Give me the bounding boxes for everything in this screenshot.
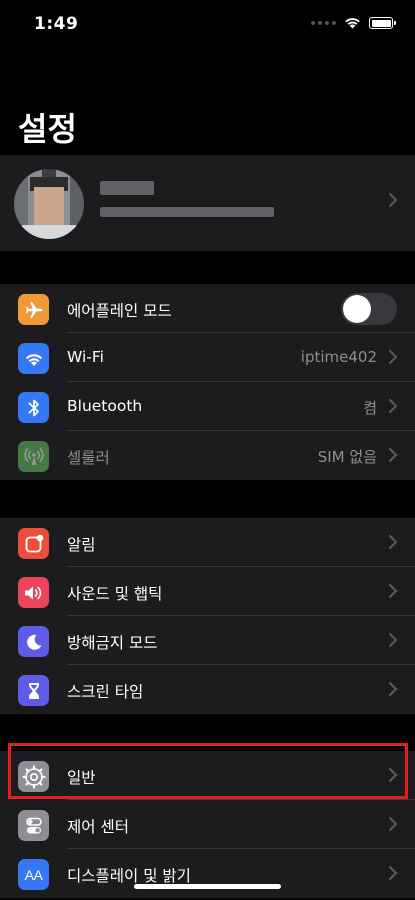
wifi-network-value: iptime402 bbox=[300, 348, 377, 366]
chevron-right-icon bbox=[389, 193, 397, 207]
highlight-box bbox=[8, 743, 408, 799]
row-label: 디스플레이 및 밝기 bbox=[67, 867, 191, 885]
row-airplane-mode[interactable]: 에어플레인 모드 bbox=[0, 284, 415, 333]
status-time: 1:49 bbox=[34, 14, 79, 34]
home-indicator[interactable] bbox=[134, 884, 281, 889]
sound-icon bbox=[18, 577, 49, 608]
row-label: 에어플레인 모드 bbox=[67, 302, 172, 320]
apple-id-profile-row[interactable] bbox=[0, 155, 415, 251]
profile-name-redacted bbox=[100, 181, 154, 195]
chevron-right-icon bbox=[389, 399, 397, 413]
notifications-group: 알림 사운드 및 햅틱 방해금지 모드 스크린 타임 bbox=[0, 518, 415, 714]
switches-icon bbox=[18, 810, 49, 841]
battery-icon bbox=[369, 17, 396, 29]
row-label: 스크린 타임 bbox=[67, 683, 144, 701]
row-notifications[interactable]: 알림 bbox=[0, 518, 415, 567]
profile-subtitle-redacted bbox=[100, 207, 274, 217]
row-label: Bluetooth bbox=[67, 397, 143, 415]
row-control-center[interactable]: 제어 센터 bbox=[0, 800, 415, 849]
chevron-right-icon bbox=[389, 817, 397, 831]
avatar bbox=[14, 169, 84, 239]
airplane-mode-toggle[interactable] bbox=[341, 293, 397, 325]
chevron-right-icon bbox=[389, 535, 397, 549]
display-icon-text: AA bbox=[24, 866, 43, 883]
row-label: 사운드 및 햅틱 bbox=[67, 585, 163, 603]
chevron-right-icon bbox=[389, 350, 397, 364]
cellular-signal-icon bbox=[311, 21, 336, 25]
row-screen-time[interactable]: 스크린 타임 bbox=[0, 665, 415, 714]
row-bluetooth[interactable]: Bluetooth 켬 bbox=[0, 382, 415, 431]
status-bar: 1:49 bbox=[0, 0, 415, 50]
chevron-right-icon bbox=[389, 633, 397, 647]
row-label: 제어 센터 bbox=[67, 818, 129, 836]
airplane-icon bbox=[18, 294, 49, 325]
row-display-brightness[interactable]: AA 디스플레이 및 밝기 bbox=[0, 849, 415, 898]
wifi-status-icon bbox=[345, 18, 360, 29]
page-title: 설정 bbox=[18, 110, 77, 148]
row-sounds-haptics[interactable]: 사운드 및 햅틱 bbox=[0, 567, 415, 616]
notifications-icon bbox=[18, 528, 49, 559]
row-label: 방해금지 모드 bbox=[67, 634, 158, 652]
chevron-right-icon bbox=[389, 448, 397, 462]
row-do-not-disturb[interactable]: 방해금지 모드 bbox=[0, 616, 415, 665]
row-label: Wi-Fi bbox=[67, 348, 104, 366]
row-label: 셀룰러 bbox=[67, 449, 110, 467]
moon-icon bbox=[18, 626, 49, 657]
chevron-right-icon bbox=[389, 866, 397, 880]
chevron-right-icon bbox=[389, 584, 397, 598]
display-icon: AA bbox=[18, 859, 49, 890]
bluetooth-status-value: 켬 bbox=[363, 399, 377, 417]
bluetooth-icon bbox=[18, 392, 49, 423]
hourglass-icon bbox=[18, 675, 49, 706]
wifi-icon bbox=[18, 343, 49, 374]
connectivity-group: 에어플레인 모드 Wi-Fi iptime402 Bluetooth 켬 셀룰러… bbox=[0, 284, 415, 480]
row-cellular[interactable]: 셀룰러 SIM 없음 bbox=[0, 431, 415, 480]
cellular-status-value: SIM 없음 bbox=[317, 448, 377, 466]
chevron-right-icon bbox=[389, 682, 397, 696]
row-label: 알림 bbox=[67, 536, 96, 554]
row-wifi[interactable]: Wi-Fi iptime402 bbox=[0, 333, 415, 382]
cellular-icon bbox=[18, 441, 49, 472]
